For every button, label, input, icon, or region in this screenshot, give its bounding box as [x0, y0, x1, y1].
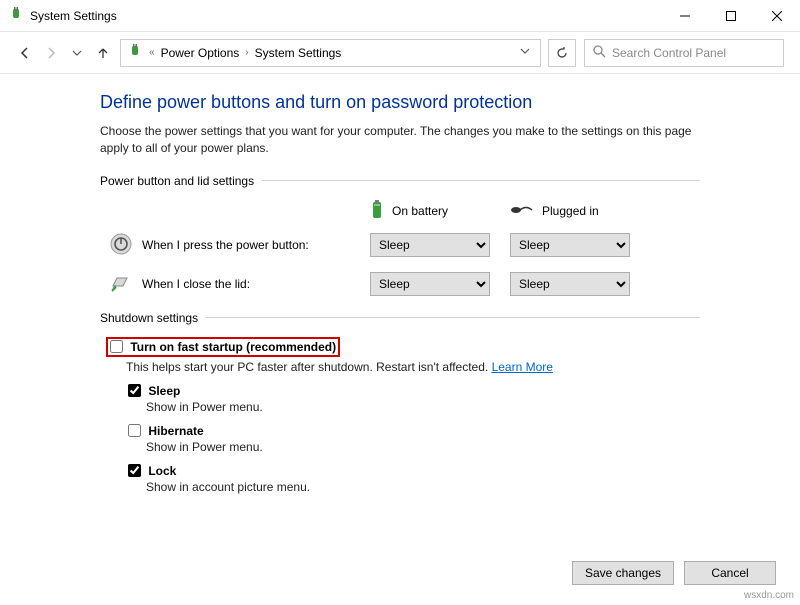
lock-desc: Show in account picture menu. [146, 480, 700, 494]
on-battery-label: On battery [392, 204, 448, 218]
lock-label: Lock [148, 464, 176, 478]
power-button-section-legend: Power button and lid settings [100, 174, 700, 188]
app-icon [8, 6, 24, 25]
plugged-in-label: Plugged in [542, 204, 599, 218]
hibernate-row[interactable]: Hibernate [128, 424, 204, 438]
chevron-right-icon: › [245, 47, 248, 58]
lock-checkbox[interactable] [128, 464, 141, 477]
lid-row: When I close the lid: Sleep Sleep [100, 272, 700, 297]
close-button[interactable] [754, 0, 800, 32]
search-placeholder: Search Control Panel [612, 46, 726, 60]
power-button-row: When I press the power button: Sleep Sle… [100, 233, 700, 258]
maximize-button[interactable] [708, 0, 754, 32]
breadcrumb-level2[interactable]: System Settings [255, 46, 342, 60]
sleep-checkbox[interactable] [128, 384, 141, 397]
footer: Save changes Cancel [572, 561, 776, 585]
shutdown-legend-text: Shutdown settings [100, 311, 198, 325]
nav-forward-button[interactable] [42, 44, 60, 62]
cancel-button[interactable]: Cancel [684, 561, 776, 585]
sleep-label: Sleep [148, 384, 180, 398]
shutdown-settings: Turn on fast startup (recommended) This … [100, 337, 700, 494]
hibernate-desc: Show in Power menu. [146, 440, 700, 454]
minimize-button[interactable] [662, 0, 708, 32]
refresh-button[interactable] [548, 39, 576, 67]
watermark: wsxdn.com [744, 590, 794, 601]
lid-icon [110, 272, 132, 297]
window-title: System Settings [30, 9, 117, 23]
fast-startup-checkbox[interactable] [110, 340, 123, 353]
power-button-icon [110, 233, 132, 258]
nav-up-button[interactable] [94, 44, 112, 62]
learn-more-link[interactable]: Learn More [492, 360, 553, 374]
search-icon [593, 45, 606, 61]
lid-label: When I close the lid: [142, 277, 250, 291]
lid-battery-select[interactable]: Sleep [370, 272, 490, 296]
fast-startup-row[interactable]: Turn on fast startup (recommended) [110, 340, 336, 354]
battery-icon [370, 200, 384, 223]
power-button-plugged-select[interactable]: Sleep [510, 233, 630, 257]
titlebar: System Settings [0, 0, 800, 32]
sleep-row[interactable]: Sleep [128, 384, 180, 398]
nav-recent-dropdown[interactable] [68, 44, 86, 62]
page-heading: Define power buttons and turn on passwor… [100, 92, 700, 113]
breadcrumb-sep-icon: « [149, 47, 155, 58]
hibernate-checkbox[interactable] [128, 424, 141, 437]
shutdown-section-legend: Shutdown settings [100, 311, 700, 325]
breadcrumb-icon [127, 43, 143, 62]
power-button-legend-text: Power button and lid settings [100, 174, 254, 188]
sleep-desc: Show in Power menu. [146, 400, 700, 414]
lock-row[interactable]: Lock [128, 464, 176, 478]
fast-startup-label: Turn on fast startup (recommended) [130, 340, 336, 354]
fast-startup-highlight: Turn on fast startup (recommended) [106, 337, 340, 357]
plug-icon [510, 203, 534, 220]
save-changes-button[interactable]: Save changes [572, 561, 674, 585]
column-headers: On battery Plugged in [100, 200, 700, 223]
lid-plugged-select[interactable]: Sleep [510, 272, 630, 296]
address-dropdown-icon[interactable] [516, 46, 534, 59]
hibernate-label: Hibernate [148, 424, 203, 438]
content-area: Define power buttons and turn on passwor… [0, 74, 800, 494]
power-button-label: When I press the power button: [142, 238, 309, 252]
breadcrumb-level1[interactable]: Power Options [161, 46, 240, 60]
fast-startup-desc: This helps start your PC faster after sh… [126, 360, 700, 374]
nav-back-button[interactable] [16, 44, 34, 62]
nav-row: « Power Options › System Settings Search… [0, 32, 800, 74]
address-bar[interactable]: « Power Options › System Settings [120, 39, 541, 67]
page-description: Choose the power settings that you want … [100, 123, 700, 158]
power-button-battery-select[interactable]: Sleep [370, 233, 490, 257]
search-input[interactable]: Search Control Panel [584, 39, 784, 67]
